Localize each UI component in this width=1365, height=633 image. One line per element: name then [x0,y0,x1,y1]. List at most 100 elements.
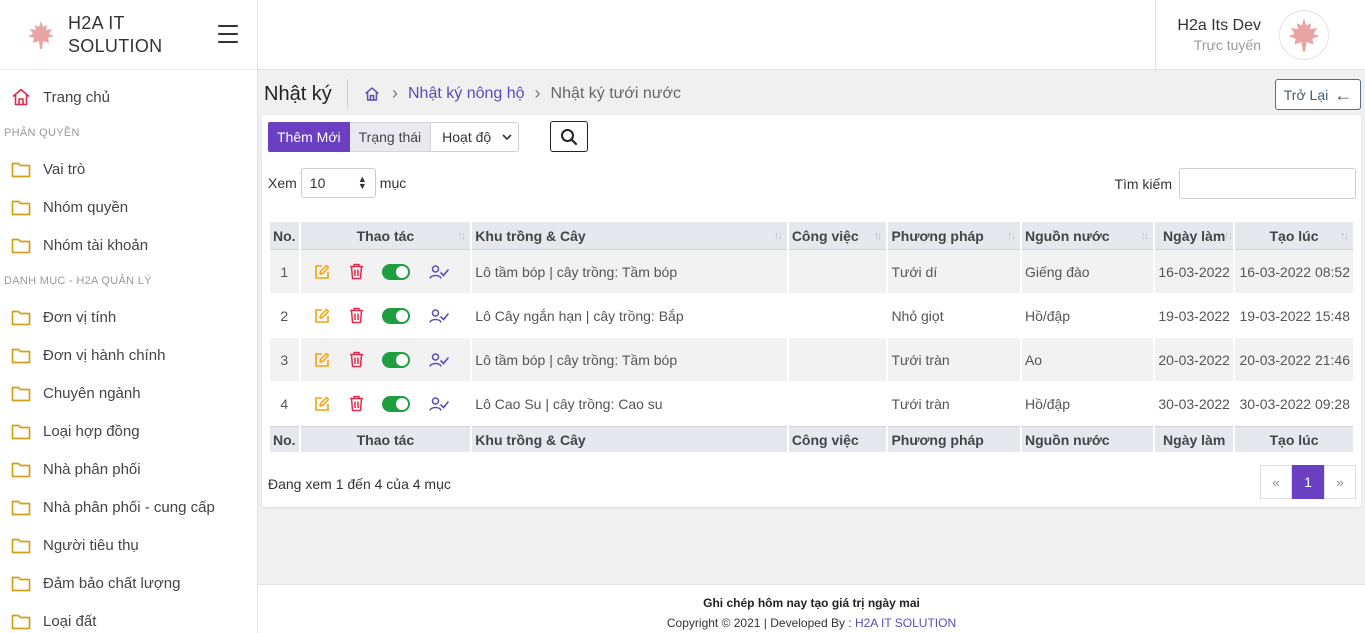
sidebar-item[interactable]: Loại hợp đồng [0,412,257,450]
sort-updown-icon: ▲ ▼ [357,174,367,191]
pagination-page[interactable]: 1 [1292,465,1324,499]
cell-method: Tưới tràn [888,382,1020,426]
topbar: H2a Its Dev Trực tuyến [258,0,1365,70]
col-label: Nguồn nước [1024,227,1110,244]
sidebar-item[interactable]: Đơn vị tính [0,298,257,336]
pagination: « 1 » [1260,465,1356,499]
sort-icon: ↑↓ [1223,230,1233,242]
sidebar-item[interactable]: Đảm bảo chất lượng [0,564,257,602]
length-select[interactable]: 10 ▲ ▼ [300,168,376,198]
cell-no: 2 [270,294,299,338]
sidebar-item[interactable]: Nhà phân phối [0,450,257,488]
footer-copy-text: Copyright © 2021 | Developed By : [666,616,852,630]
breadcrumb-link[interactable]: Nhật ký nông hộ [408,85,525,103]
sidebar-item-label: Trang chủ [43,88,110,106]
folder-icon [10,459,32,479]
col-job[interactable]: Công việc ↑↓ [788,222,887,250]
cell-actions [300,250,471,294]
folder-icon [10,573,32,593]
folder-icon [10,197,32,217]
footer-slogan: Ghi chép hôm nay tạo giá trị ngày mai [703,596,920,610]
col-method[interactable]: Phương pháp ↑↓ [888,222,1020,250]
content-card: Thêm Mới Trạng thái Hoạt độ Xem 10 ▲ ▼ mụ… [262,115,1361,507]
search-icon [561,128,578,145]
chevron-down-icon [502,133,512,140]
arrow-left-icon: ← [1334,84,1353,105]
col-label: Thao tác [356,227,415,244]
breadcrumb: › Nhật ký nông hộ › Nhật ký tưới nước [364,83,681,104]
length-suffix: mục [379,175,407,191]
sort-icon: ↑↓ [1006,230,1016,242]
sidebar-item[interactable]: Người tiêu thụ [0,526,257,564]
pagination-next[interactable]: » [1324,465,1356,499]
edit-icon[interactable] [314,264,330,280]
search-button[interactable] [550,121,589,152]
section-heading-permissions: PHÂN QUYỀN [4,127,80,139]
sidebar-item-label: Đảm bảo chất lượng [43,574,181,592]
avatar[interactable] [1279,10,1329,60]
status-label: Trạng thái [349,121,432,152]
trash-icon[interactable] [349,351,364,368]
sidebar-item[interactable]: Loại đất [0,602,257,633]
cell-job [788,294,887,338]
folder-icon [10,497,32,517]
breadcrumb-home-icon[interactable] [364,85,382,103]
back-button[interactable]: Trở Lại ← [1275,79,1361,110]
table-search-input[interactable] [1179,168,1356,199]
user-check-icon[interactable] [428,396,449,412]
page-title: Nhật ký [264,83,332,105]
user-status: Trực tuyến [1193,37,1261,53]
cell-job [788,338,887,382]
edit-icon[interactable] [314,352,330,368]
folder-icon [10,307,32,327]
footer-dev-link[interactable]: H2A IT SOLUTION [855,616,956,630]
col-no[interactable]: No. [270,222,299,250]
hamburger-icon[interactable] [218,25,238,43]
cell-created: 19-03-2022 15:48 [1234,294,1353,338]
edit-icon[interactable] [314,396,330,412]
table-row: 4 Lô Cao Su | cây trồng: Cao su Tưới tràn H… [270,382,1353,426]
sidebar-item[interactable]: Chuyên ngành [0,374,257,412]
cell-actions [300,382,471,426]
sidebar-item-home[interactable]: Trang chủ [0,78,257,116]
status-toggle[interactable] [381,351,410,368]
home-icon [10,87,32,107]
cell-actions [300,294,471,338]
user-menu[interactable]: H2a Its Dev Trực tuyến [1155,0,1365,70]
col-water[interactable]: Nguồn nước ↑↓ [1021,222,1154,250]
edit-icon[interactable] [314,308,330,324]
table-filter: Tìm kiếm [1114,168,1356,199]
col-area[interactable]: Khu trồng & Cây ↑↓ [472,222,787,250]
user-check-icon[interactable] [428,264,449,280]
col-created[interactable]: Tạo lúc ↑↓ [1234,222,1353,250]
length-control: Xem 10 ▲ ▼ mục [268,168,406,198]
user-check-icon[interactable] [428,352,449,368]
sidebar-item-label: Đơn vị tính [43,308,117,326]
status-select[interactable]: Hoạt độ [431,121,520,152]
status-select-value: Hoạt độ [442,128,492,145]
col-label: Tạo lúc [1269,227,1319,244]
status-toggle[interactable] [381,263,410,280]
cell-area: Lô Cao Su | cây trồng: Cao su [472,382,787,426]
add-button[interactable]: Thêm Mới [268,121,350,152]
divider [347,79,348,109]
cell-method: Tưới dí [888,250,1020,294]
table-row: 3 Lô tầm bóp | cây trồng: Tầm bóp Tưới trà… [270,338,1353,382]
trash-icon[interactable] [349,307,364,324]
col-date[interactable]: Ngày làm ↑↓ [1155,222,1233,250]
sidebar-item-label: Nhóm quyền [43,198,129,216]
status-toggle[interactable] [381,307,410,324]
trash-icon[interactable] [349,395,364,412]
user-check-icon[interactable] [428,308,449,324]
sidebar-item[interactable]: Nhà phân phối - cung cấp [0,488,257,526]
pagination-prev[interactable]: « [1260,465,1292,499]
sidebar-item-label: Người tiêu thụ [43,536,139,554]
sidebar-item[interactable]: Đơn vị hành chính [0,336,257,374]
sidebar-item[interactable]: Vai trò [0,150,257,188]
sidebar-item[interactable]: Nhóm tài khoản [0,226,257,264]
col-actions[interactable]: Thao tác ↑↓ [300,222,471,250]
trash-icon[interactable] [349,263,364,280]
status-toggle[interactable] [381,395,410,412]
sidebar-item[interactable]: Nhóm quyền [0,188,257,226]
sidebar-item-label: Đơn vị hành chính [43,346,166,364]
